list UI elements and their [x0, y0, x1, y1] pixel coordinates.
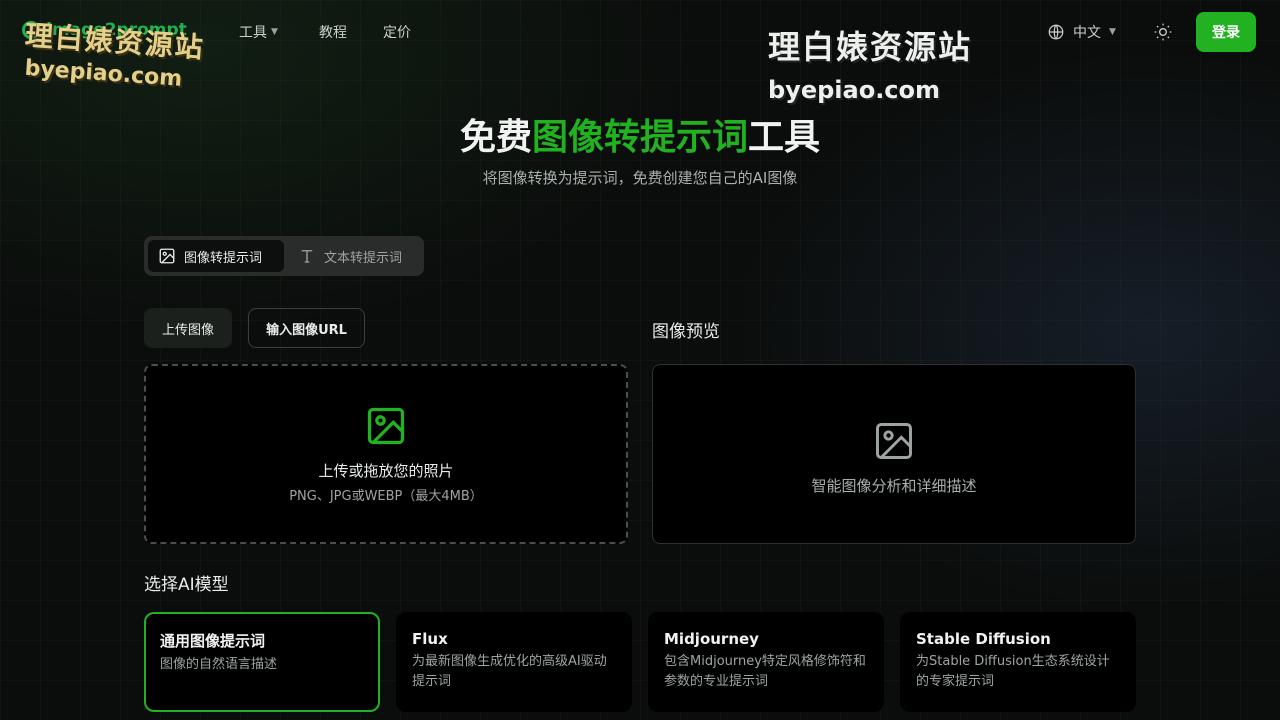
image-icon [159, 248, 175, 264]
image-upload-icon [367, 407, 405, 445]
tab-image-to-prompt[interactable]: 图像转提示词 [148, 240, 284, 272]
model-name: Stable Diffusion [916, 630, 1051, 648]
model-card-general[interactable]: 通用图像提示词 图像的自然语言描述 [144, 612, 380, 712]
title-accent: 图像转提示词 [531, 117, 748, 158]
upload-image-button[interactable]: 上传图像 [144, 308, 232, 348]
image-url-button[interactable]: 输入图像URL [248, 308, 365, 348]
preview-title: 图像预览 [652, 322, 720, 342]
model-name: 通用图像提示词 [160, 632, 266, 650]
image-preview: 智能图像分析和详细描述 [652, 364, 1136, 544]
preview-placeholder: 智能图像分析和详细描述 [811, 476, 977, 495]
nav-pricing[interactable]: 定价 [383, 22, 411, 42]
nav-tools[interactable]: 工具 ▼ [239, 22, 319, 42]
nav-pricing-label: 定价 [383, 25, 411, 41]
nav-tools-label: 工具 [239, 25, 267, 41]
nav-tutorials-label: 教程 [319, 25, 347, 41]
model-desc: 包含Midjourney特定风格修饰符和参数的专业提示词 [664, 654, 866, 689]
globe-icon [1048, 24, 1064, 40]
language-selector[interactable]: 中文 ▼ [1047, 22, 1116, 42]
model-desc: 为最新图像生成优化的高级AI驱动提示词 [412, 654, 607, 689]
model-card-flux[interactable]: Flux 为最新图像生成优化的高级AI驱动提示词 [396, 612, 632, 712]
watermark-left: 理白婊资源站 byepiao.com [22, 14, 206, 93]
dropzone-hint: PNG、JPG或WEBP（最大4MB） [289, 489, 483, 504]
theme-toggle-sun-icon[interactable] [1153, 22, 1173, 42]
model-name: Midjourney [664, 630, 759, 648]
upload-dropzone[interactable]: 上传或拖放您的照片 PNG、JPG或WEBP（最大4MB） [144, 364, 628, 544]
watermark-center-en: byepiao.com [768, 76, 941, 104]
page-title: 免费图像转提示词工具 [0, 108, 1280, 160]
watermark-center-cn: 理白婊资源站 [768, 28, 973, 66]
main-nav: 工具 ▼ 教程 定价 [239, 22, 411, 42]
watermark-center: 理白婊资源站 byepiao.com [768, 22, 972, 104]
model-name: Flux [412, 630, 448, 648]
models-title: 选择AI模型 [144, 575, 229, 595]
dropzone-title: 上传或拖放您的照片 [318, 462, 454, 480]
model-card-midjourney[interactable]: Midjourney 包含Midjourney特定风格修饰符和参数的专业提示词 [648, 612, 884, 712]
language-label: 中文 [1073, 25, 1101, 41]
title-pre: 免费 [459, 117, 532, 158]
chevron-down-icon: ▼ [1109, 27, 1116, 37]
tab-text-to-prompt[interactable]: 文本转提示词 [288, 240, 412, 272]
chevron-down-icon: ▼ [271, 27, 278, 37]
image-placeholder-icon [876, 422, 912, 459]
title-post: 工具 [748, 117, 821, 158]
model-desc: 图像的自然语言描述 [160, 657, 278, 672]
model-desc: 为Stable Diffusion生态系统设计的专家提示词 [916, 654, 1110, 689]
model-card-stable-diffusion[interactable]: Stable Diffusion 为Stable Diffusion生态系统设计… [900, 612, 1136, 712]
login-button[interactable]: 登录 [1196, 12, 1256, 52]
tab-text-label: 文本转提示词 [324, 250, 403, 266]
page-subtitle: 将图像转换为提示词，免费创建您自己的AI图像 [482, 169, 798, 187]
mode-tabs: 图像转提示词 文本转提示词 [144, 236, 424, 276]
text-icon [301, 250, 313, 263]
nav-tutorials[interactable]: 教程 [319, 22, 383, 42]
tab-image-label: 图像转提示词 [184, 250, 263, 266]
